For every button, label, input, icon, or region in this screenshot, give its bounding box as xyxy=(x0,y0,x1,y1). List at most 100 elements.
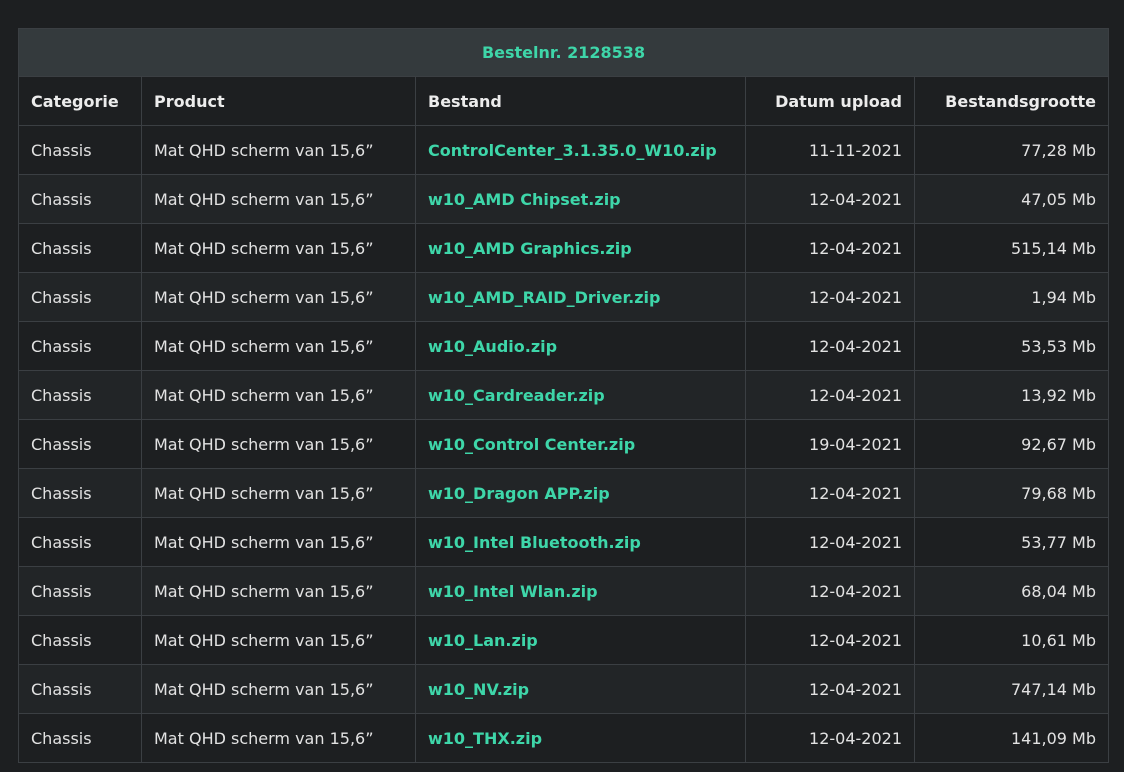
upload-date-cell: 12-04-2021 xyxy=(745,468,915,518)
file-cell: w10_Control Center.zip xyxy=(415,419,746,469)
table-row: Chassis Mat QHD scherm van 15,6” w10_AMD G… xyxy=(18,223,1110,273)
file-size-cell: 141,09 Mb xyxy=(913,713,1110,763)
product-cell: Mat QHD scherm van 15,6” xyxy=(141,125,416,175)
product-cell: Mat QHD scherm van 15,6” xyxy=(141,174,416,224)
table-row: Chassis Mat QHD scherm van 15,6” w10_Audio… xyxy=(18,321,1110,371)
upload-date-cell: 12-04-2021 xyxy=(745,223,915,273)
table-header-row: Categorie Product Bestand Datum upload B… xyxy=(18,76,1110,126)
file-size-cell: 515,14 Mb xyxy=(913,223,1110,273)
file-download-link[interactable]: w10_Dragon APP.zip xyxy=(428,484,610,503)
column-header-date: Datum upload xyxy=(745,76,915,126)
table-row: Chassis Mat QHD scherm van 15,6” w10_Intel… xyxy=(18,517,1110,567)
file-size-cell: 53,77 Mb xyxy=(913,517,1110,567)
file-cell: w10_Cardreader.zip xyxy=(415,370,746,420)
upload-date-cell: 12-04-2021 xyxy=(745,321,915,371)
file-cell: w10_Audio.zip xyxy=(415,321,746,371)
upload-date-cell: 12-04-2021 xyxy=(745,615,915,665)
product-cell: Mat QHD scherm van 15,6” xyxy=(141,370,416,420)
product-cell: Mat QHD scherm van 15,6” xyxy=(141,713,416,763)
table-body: Chassis Mat QHD scherm van 15,6” ControlCe… xyxy=(18,125,1110,763)
category-cell: Chassis xyxy=(18,272,142,322)
table-row: Chassis Mat QHD scherm van 15,6” w10_Cardr… xyxy=(18,370,1110,420)
product-cell: Mat QHD scherm van 15,6” xyxy=(141,664,416,714)
file-cell: w10_Dragon APP.zip xyxy=(415,468,746,518)
upload-date-cell: 11-11-2021 xyxy=(745,125,915,175)
table-row: Chassis Mat QHD scherm van 15,6” w10_AMD_R… xyxy=(18,272,1110,322)
file-cell: w10_NV.zip xyxy=(415,664,746,714)
column-header-file: Bestand xyxy=(415,76,746,126)
upload-date-cell: 12-04-2021 xyxy=(745,517,915,567)
table-row: Chassis Mat QHD scherm van 15,6” w10_NV.zi… xyxy=(18,664,1110,714)
file-cell: w10_THX.zip xyxy=(415,713,746,763)
table-row: Chassis Mat QHD scherm van 15,6” w10_Contr… xyxy=(18,419,1110,469)
category-cell: Chassis xyxy=(18,223,142,273)
category-cell: Chassis xyxy=(18,174,142,224)
category-cell: Chassis xyxy=(18,419,142,469)
table-row: Chassis Mat QHD scherm van 15,6” w10_Drago… xyxy=(18,468,1110,518)
file-size-cell: 79,68 Mb xyxy=(913,468,1110,518)
upload-date-cell: 12-04-2021 xyxy=(745,272,915,322)
file-download-link[interactable]: w10_NV.zip xyxy=(428,680,529,699)
table-row: Chassis Mat QHD scherm van 15,6” w10_THX.z… xyxy=(18,713,1110,763)
file-download-link[interactable]: w10_Intel Wlan.zip xyxy=(428,582,598,601)
product-cell: Mat QHD scherm van 15,6” xyxy=(141,321,416,371)
file-download-link[interactable]: ControlCenter_3.1.35.0_W10.zip xyxy=(428,141,717,160)
file-size-cell: 747,14 Mb xyxy=(913,664,1110,714)
column-header-category: Categorie xyxy=(18,76,142,126)
category-cell: Chassis xyxy=(18,713,142,763)
product-cell: Mat QHD scherm van 15,6” xyxy=(141,419,416,469)
file-cell: w10_AMD_RAID_Driver.zip xyxy=(415,272,746,322)
file-download-link[interactable]: w10_Control Center.zip xyxy=(428,435,635,454)
upload-date-cell: 12-04-2021 xyxy=(745,713,915,763)
file-cell: w10_Intel Wlan.zip xyxy=(415,566,746,616)
category-cell: Chassis xyxy=(18,664,142,714)
file-download-link[interactable]: w10_AMD Graphics.zip xyxy=(428,239,632,258)
product-cell: Mat QHD scherm van 15,6” xyxy=(141,517,416,567)
file-download-link[interactable]: w10_Intel Bluetooth.zip xyxy=(428,533,641,552)
file-download-link[interactable]: w10_Audio.zip xyxy=(428,337,557,356)
file-download-link[interactable]: w10_Cardreader.zip xyxy=(428,386,605,405)
file-size-cell: 47,05 Mb xyxy=(913,174,1110,224)
upload-date-cell: 12-04-2021 xyxy=(745,664,915,714)
product-cell: Mat QHD scherm van 15,6” xyxy=(141,468,416,518)
table-row: Chassis Mat QHD scherm van 15,6” w10_Lan.z… xyxy=(18,615,1110,665)
upload-date-cell: 19-04-2021 xyxy=(745,419,915,469)
file-size-cell: 77,28 Mb xyxy=(913,125,1110,175)
product-cell: Mat QHD scherm van 15,6” xyxy=(141,566,416,616)
order-number-title: Bestelnr. 2128538 xyxy=(17,28,1110,77)
file-download-link[interactable]: w10_AMD Chipset.zip xyxy=(428,190,621,209)
column-header-product: Product xyxy=(141,76,416,126)
category-cell: Chassis xyxy=(18,321,142,371)
order-title-row: Bestelnr. 2128538 xyxy=(17,28,1110,77)
file-download-link[interactable]: w10_Lan.zip xyxy=(428,631,538,650)
product-cell: Mat QHD scherm van 15,6” xyxy=(141,615,416,665)
file-cell: w10_AMD Graphics.zip xyxy=(415,223,746,273)
file-size-cell: 68,04 Mb xyxy=(913,566,1110,616)
downloads-panel: Bestelnr. 2128538 Categorie Product Best… xyxy=(17,28,1110,763)
file-size-cell: 92,67 Mb xyxy=(913,419,1110,469)
category-cell: Chassis xyxy=(18,615,142,665)
column-header-size: Bestandsgrootte xyxy=(913,76,1110,126)
upload-date-cell: 12-04-2021 xyxy=(745,370,915,420)
downloads-table: Bestelnr. 2128538 Categorie Product Best… xyxy=(17,28,1110,763)
file-download-link[interactable]: w10_AMD_RAID_Driver.zip xyxy=(428,288,660,307)
file-size-cell: 1,94 Mb xyxy=(913,272,1110,322)
product-cell: Mat QHD scherm van 15,6” xyxy=(141,272,416,322)
file-download-link[interactable]: w10_THX.zip xyxy=(428,729,542,748)
file-cell: w10_Lan.zip xyxy=(415,615,746,665)
category-cell: Chassis xyxy=(18,125,142,175)
file-cell: w10_Intel Bluetooth.zip xyxy=(415,517,746,567)
category-cell: Chassis xyxy=(18,370,142,420)
category-cell: Chassis xyxy=(18,468,142,518)
file-cell: ControlCenter_3.1.35.0_W10.zip xyxy=(415,125,746,175)
table-row: Chassis Mat QHD scherm van 15,6” w10_Intel… xyxy=(18,566,1110,616)
upload-date-cell: 12-04-2021 xyxy=(745,566,915,616)
file-cell: w10_AMD Chipset.zip xyxy=(415,174,746,224)
file-size-cell: 13,92 Mb xyxy=(913,370,1110,420)
file-size-cell: 53,53 Mb xyxy=(913,321,1110,371)
table-row: Chassis Mat QHD scherm van 15,6” w10_AMD C… xyxy=(18,174,1110,224)
product-cell: Mat QHD scherm van 15,6” xyxy=(141,223,416,273)
file-size-cell: 10,61 Mb xyxy=(913,615,1110,665)
upload-date-cell: 12-04-2021 xyxy=(745,174,915,224)
category-cell: Chassis xyxy=(18,517,142,567)
